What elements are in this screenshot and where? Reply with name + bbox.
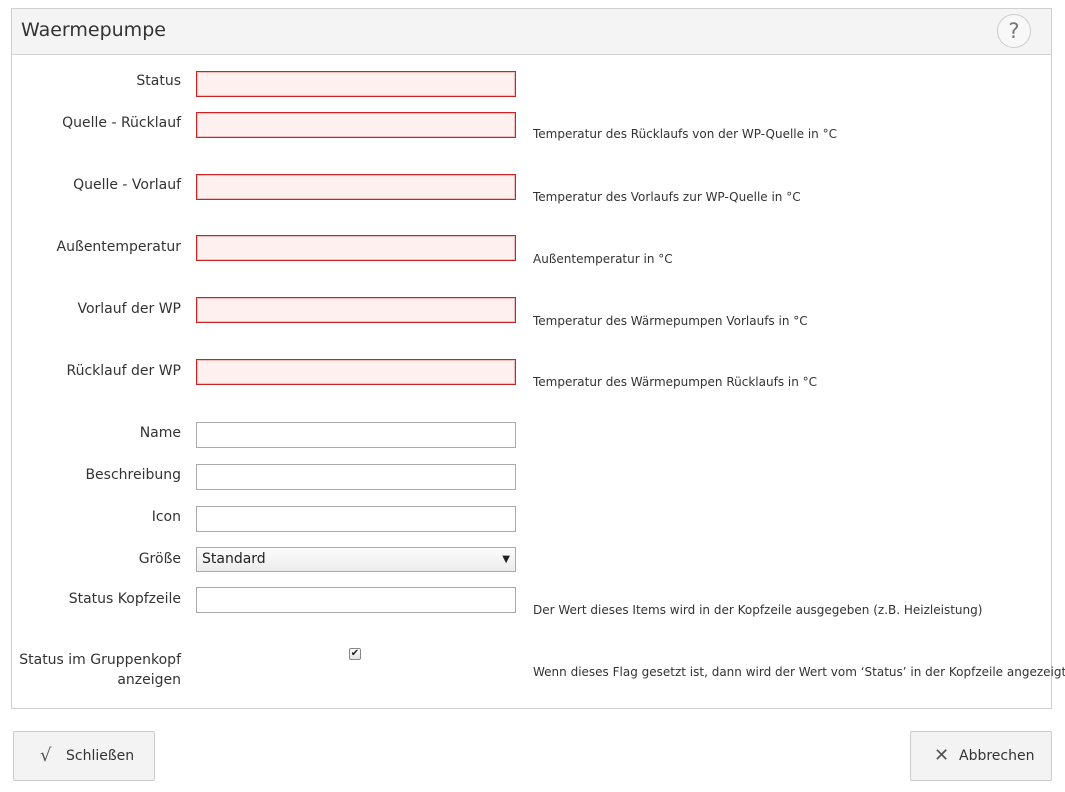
x-icon: ✕	[934, 745, 950, 766]
quelle-vorlauf-label: Quelle - Vorlauf	[73, 177, 181, 193]
ruecklauf-wp-label: Rücklauf der WP	[66, 363, 182, 379]
aussentemperatur-label: Außentemperatur	[56, 239, 181, 255]
status-gruppenkopf-label-line1: Status im Gruppenkopf	[19, 652, 181, 668]
quelle-vorlauf-input[interactable]	[196, 174, 516, 200]
checkmark-icon: √	[40, 745, 52, 766]
dropdown-arrow-icon: ▼	[502, 554, 510, 565]
quelle-ruecklauf-hint: Temperatur des Rücklaufs von der WP-Quel…	[533, 127, 837, 141]
status-gruppenkopf-hint: Wenn dieses Flag gesetzt ist, dann wird …	[533, 665, 1065, 679]
vorlauf-wp-hint: Temperatur des Wärmepumpen Vorlaufs in °…	[533, 314, 808, 328]
checkmark-icon: ✔	[350, 648, 360, 659]
status-label: Status	[136, 73, 181, 89]
icon-input[interactable]	[196, 506, 516, 532]
status-kopfzeile-input[interactable]	[196, 587, 516, 613]
status-kopfzeile-hint: Der Wert dieses Items wird in der Kopfze…	[533, 603, 983, 617]
help-button[interactable]: ?	[997, 14, 1031, 48]
vorlauf-wp-label: Vorlauf der WP	[77, 301, 181, 317]
ruecklauf-wp-input[interactable]	[196, 359, 516, 385]
groesse-selected-value: Standard	[202, 551, 266, 567]
name-label: Name	[139, 425, 181, 441]
quelle-vorlauf-hint: Temperatur des Vorlaufs zur WP-Quelle in…	[533, 190, 801, 204]
cancel-button[interactable]: ✕ Abbrechen	[910, 731, 1052, 781]
beschreibung-label: Beschreibung	[85, 467, 181, 483]
question-icon: ?	[1008, 19, 1020, 43]
groesse-label: Größe	[138, 551, 181, 567]
dialog-title: Waermepumpe	[21, 19, 166, 41]
beschreibung-input[interactable]	[196, 464, 516, 490]
aussentemperatur-hint: Außentemperatur in °C	[533, 252, 673, 266]
vorlauf-wp-input[interactable]	[196, 297, 516, 323]
dialog: Waermepumpe ? Status Quelle - Rücklauf T…	[11, 8, 1065, 709]
status-input[interactable]	[196, 71, 516, 97]
status-gruppenkopf-label-line2: anzeigen	[117, 672, 181, 688]
close-button[interactable]: √ Schließen	[13, 731, 155, 781]
status-kopfzeile-label: Status Kopfzeile	[68, 591, 181, 607]
aussentemperatur-input[interactable]	[196, 235, 516, 261]
icon-label: Icon	[151, 509, 181, 525]
ruecklauf-wp-hint: Temperatur des Wärmepumpen Rücklaufs in …	[533, 375, 818, 389]
status-gruppenkopf-checkbox[interactable]: ✔	[349, 648, 361, 660]
groesse-select[interactable]: Standard ▼	[196, 547, 516, 572]
dialog-header: Waermepumpe ?	[12, 9, 1051, 55]
close-button-label: Schließen	[66, 748, 135, 764]
cancel-button-label: Abbrechen	[959, 748, 1035, 764]
name-input[interactable]	[196, 422, 516, 448]
quelle-ruecklauf-label: Quelle - Rücklauf	[62, 115, 181, 131]
quelle-ruecklauf-input[interactable]	[196, 112, 516, 138]
